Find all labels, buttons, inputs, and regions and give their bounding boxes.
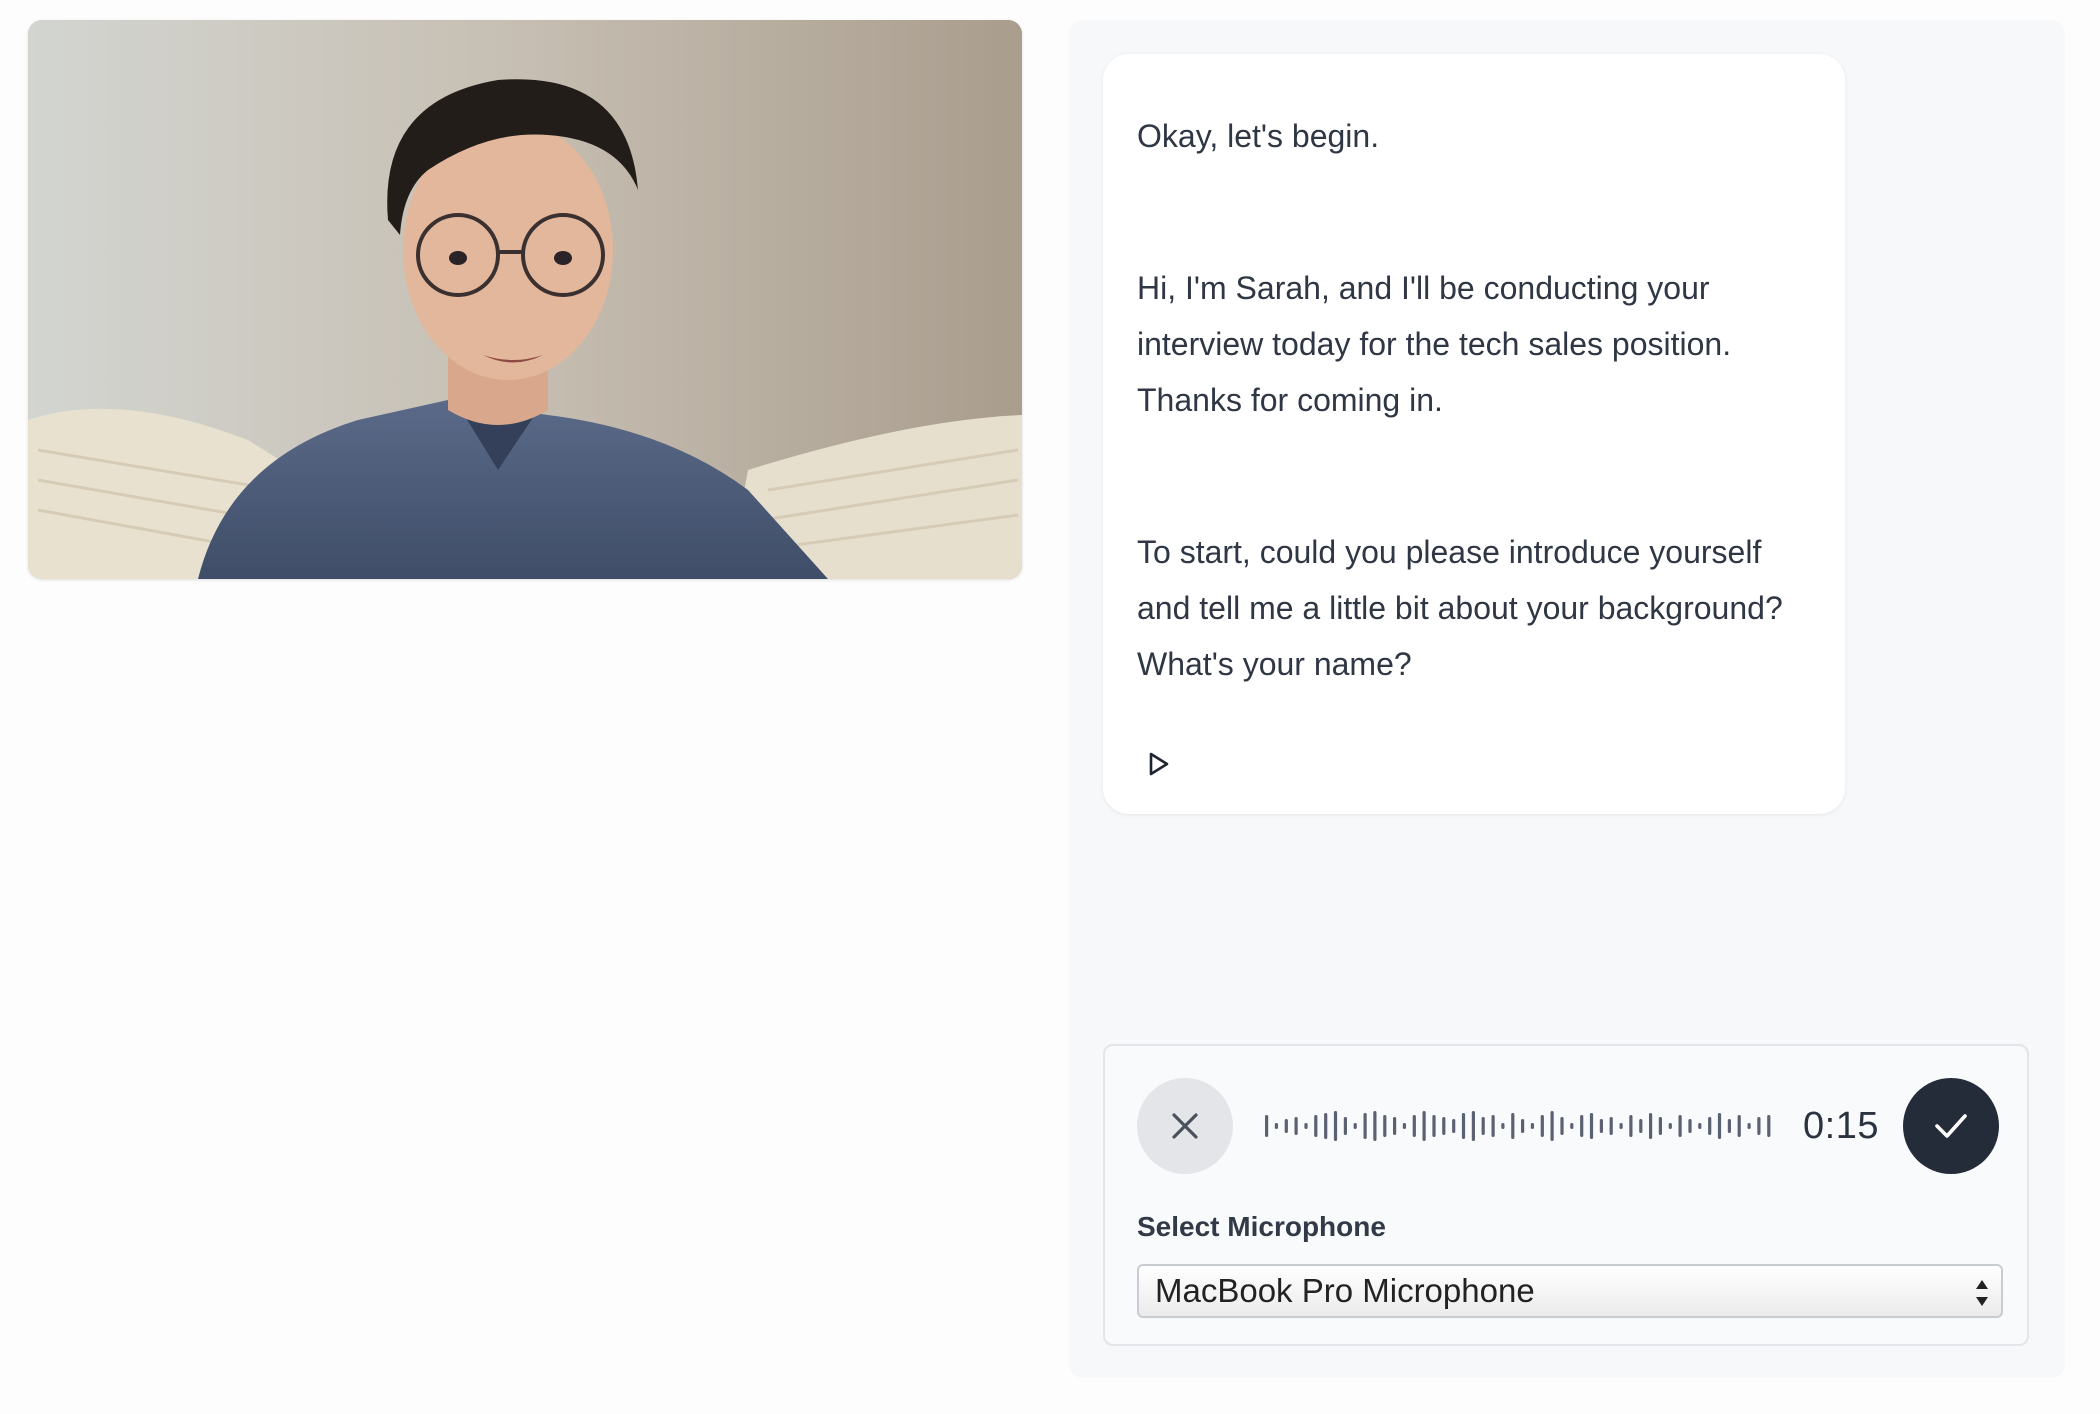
video-feed [28,20,1022,579]
message-paragraph: Hi, I'm Sarah, and I'll be conducting yo… [1137,270,1732,418]
microphone-select[interactable]: MacBook Pro Microphone [1137,1264,2003,1318]
waveform-bar [1294,1117,1298,1135]
waveform-bar [1708,1117,1712,1135]
waveform-bar [1717,1113,1722,1139]
waveform-bar [1432,1115,1436,1137]
waveform-bar [1560,1117,1564,1135]
waveform-bar [1353,1123,1357,1129]
waveform-bar [1402,1123,1406,1129]
waveform-bar [1314,1115,1318,1137]
waveform-bar [1767,1115,1771,1137]
close-icon [1172,1113,1198,1139]
interviewer-message-card: Okay, let's begin. Hi, I'm Sarah, and I'… [1103,54,1845,814]
recording-timer: 0:15 [1803,1105,1879,1147]
waveform-bar [1471,1111,1475,1141]
waveform-bar [1393,1117,1397,1135]
waveform-bar [1668,1123,1672,1129]
waveform-bar [1589,1113,1594,1139]
waveform-bar [1343,1117,1347,1135]
waveform-bar [1501,1123,1505,1129]
waveform-bar [1757,1117,1761,1135]
waveform-bar [1727,1119,1731,1133]
interviewer-video-image [28,20,1022,579]
waveform-bar [1274,1123,1278,1129]
checkmark-icon [1935,1114,1967,1138]
waveform-bar [1491,1115,1495,1137]
waveform-bar [1373,1111,1377,1141]
waveform-bar [1422,1111,1426,1141]
waveform-bar [1649,1113,1653,1139]
waveform-bar [1747,1123,1751,1129]
waveform-bar [1540,1115,1544,1137]
waveform-bar [1550,1111,1554,1141]
waveform-bar [1363,1113,1367,1139]
interview-panel: Okay, let's begin. Hi, I'm Sarah, and I'… [1069,20,2065,1378]
waveform-bar [1619,1123,1623,1129]
waveform-bar [1609,1117,1613,1135]
waveform-bar [1629,1115,1633,1137]
audio-waveform [1265,1111,1771,1141]
play-audio-button[interactable] [1141,746,1177,782]
message-paragraph: Okay, let's begin. [1137,118,1380,154]
waveform-bar [1265,1115,1269,1137]
waveform-bar [1570,1123,1574,1129]
waveform-bar [1461,1113,1466,1139]
waveform-bar [1521,1119,1525,1133]
waveform-bar [1530,1123,1534,1129]
message-paragraph: To start, could you please introduce you… [1137,534,1783,682]
waveform-bar [1688,1119,1692,1133]
waveform-bar [1678,1115,1682,1137]
select-arrows-icon [1976,1280,1988,1306]
waveform-bar [1333,1111,1338,1141]
waveform-bar [1383,1115,1387,1137]
waveform-bar [1580,1115,1584,1137]
waveform-bar [1481,1117,1485,1135]
waveform-bar [1511,1113,1515,1139]
waveform-bar [1639,1119,1643,1133]
waveform-bar [1284,1119,1288,1133]
waveform-bar [1442,1117,1446,1135]
confirm-recording-button[interactable] [1903,1078,1999,1174]
play-icon [1149,752,1169,776]
waveform-bar [1452,1119,1456,1133]
microphone-label: Select Microphone [1137,1211,1386,1242]
waveform-bar [1737,1115,1741,1137]
microphone-selected-value: MacBook Pro Microphone [1155,1272,1535,1309]
cancel-recording-button[interactable] [1137,1078,1233,1174]
waveform-bar [1412,1115,1416,1137]
waveform-bar [1658,1117,1662,1135]
voice-recorder: 0:15 Select Microphone MacBook Pro Micro… [1103,1044,2029,1346]
waveform-bar [1304,1123,1308,1129]
waveform-bar [1599,1119,1603,1133]
waveform-bar [1698,1123,1702,1129]
waveform-bar [1324,1113,1328,1139]
